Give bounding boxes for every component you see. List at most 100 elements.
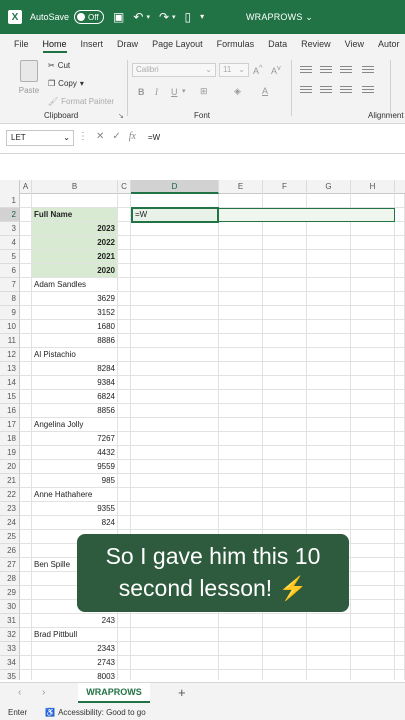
row-header[interactable]: 19 <box>0 446 20 460</box>
cell-h[interactable] <box>351 390 395 404</box>
cell-d[interactable] <box>131 320 219 334</box>
row-header[interactable]: 22 <box>0 488 20 502</box>
cell-b[interactable]: 2021 <box>32 250 118 264</box>
cell-i[interactable] <box>395 628 405 642</box>
active-cell[interactable]: =W <box>131 207 219 223</box>
row-header[interactable]: 25 <box>0 530 20 544</box>
cell-e[interactable] <box>219 460 263 474</box>
row-header[interactable]: 35 <box>0 670 20 680</box>
cell-c[interactable] <box>118 656 131 670</box>
cell-h[interactable] <box>351 628 395 642</box>
cell-e[interactable] <box>219 474 263 488</box>
cell-d[interactable] <box>131 516 219 530</box>
cell-e[interactable] <box>219 278 263 292</box>
cell-f[interactable] <box>263 628 307 642</box>
cell-g[interactable] <box>307 320 351 334</box>
cell-g[interactable] <box>307 348 351 362</box>
cell-c[interactable] <box>118 376 131 390</box>
increase-font-icon[interactable]: A^ <box>253 63 263 76</box>
cell-a[interactable] <box>20 614 32 628</box>
row-header[interactable]: 31 <box>0 614 20 628</box>
cell-i[interactable] <box>395 208 405 222</box>
cell-d[interactable] <box>131 432 219 446</box>
cell-h[interactable] <box>351 502 395 516</box>
cell-i[interactable] <box>395 502 405 516</box>
cell-d[interactable] <box>131 264 219 278</box>
cell-c[interactable] <box>118 460 131 474</box>
cell-h[interactable] <box>351 264 395 278</box>
cell-a[interactable] <box>20 194 32 208</box>
cell-c[interactable] <box>118 418 131 432</box>
cell-h[interactable] <box>351 334 395 348</box>
bold-icon[interactable]: B <box>138 87 145 97</box>
cell-c[interactable] <box>118 208 131 222</box>
redo-icon[interactable]: ↷ <box>159 11 169 23</box>
cell-c[interactable] <box>118 194 131 208</box>
cell-c[interactable] <box>118 334 131 348</box>
cell-b[interactable]: 2022 <box>32 236 118 250</box>
cell-c[interactable] <box>118 236 131 250</box>
cell-e[interactable] <box>219 236 263 250</box>
cell-f[interactable] <box>263 306 307 320</box>
enter-icon[interactable]: ✓ <box>112 131 120 142</box>
insert-function-icon[interactable]: fx <box>129 131 136 142</box>
cell-f[interactable] <box>263 348 307 362</box>
cell-g[interactable] <box>307 614 351 628</box>
workbook-title[interactable]: WRAPROWS ⌄ <box>246 12 313 23</box>
cell-a[interactable] <box>20 376 32 390</box>
cell-a[interactable] <box>20 278 32 292</box>
cell-e[interactable] <box>219 418 263 432</box>
row-header[interactable]: 4 <box>0 236 20 250</box>
cell-e[interactable] <box>219 488 263 502</box>
cell-d[interactable] <box>131 614 219 628</box>
format-painter-button[interactable]: 🖌 Format Painter <box>48 97 114 106</box>
cell-h[interactable] <box>351 404 395 418</box>
cell-e[interactable] <box>219 222 263 236</box>
row-header[interactable]: 8 <box>0 292 20 306</box>
cell-g[interactable] <box>307 306 351 320</box>
customize-toolbar-icon[interactable]: ▾ <box>200 13 204 21</box>
row-header[interactable]: 10 <box>0 320 20 334</box>
row-header[interactable]: 17 <box>0 418 20 432</box>
cell-f[interactable] <box>263 502 307 516</box>
new-file-icon[interactable]: ▯ <box>185 11 192 23</box>
cell-d[interactable] <box>131 348 219 362</box>
row-header[interactable]: 30 <box>0 600 20 614</box>
cell-c[interactable] <box>118 320 131 334</box>
cell-d[interactable] <box>131 222 219 236</box>
cell-g[interactable] <box>307 656 351 670</box>
cell-f[interactable] <box>263 376 307 390</box>
cell-g[interactable] <box>307 194 351 208</box>
cell-c[interactable] <box>118 250 131 264</box>
accessibility-status[interactable]: ♿ Accessibility: Good to go <box>45 708 146 717</box>
cell-h[interactable] <box>351 432 395 446</box>
cell-d[interactable] <box>131 446 219 460</box>
cell-h[interactable] <box>351 656 395 670</box>
cell-i[interactable] <box>395 236 405 250</box>
row-header[interactable]: 27 <box>0 558 20 572</box>
align-right-icon[interactable] <box>340 86 352 95</box>
cell-f[interactable] <box>263 418 307 432</box>
row-header[interactable]: 33 <box>0 642 20 656</box>
cell-h[interactable] <box>351 446 395 460</box>
tab-review[interactable]: Review <box>301 39 331 49</box>
cell-i[interactable] <box>395 390 405 404</box>
tab-home[interactable]: Home <box>42 39 67 53</box>
copy-button[interactable]: ❐ Copy ▾ <box>48 79 84 88</box>
cell-g[interactable] <box>307 404 351 418</box>
underline-icon[interactable]: U <box>171 87 178 97</box>
cell-i[interactable] <box>395 418 405 432</box>
row-header[interactable]: 3 <box>0 222 20 236</box>
cell-a[interactable] <box>20 530 32 544</box>
cell-a[interactable] <box>20 236 32 250</box>
cell-f[interactable] <box>263 320 307 334</box>
row-header[interactable]: 29 <box>0 586 20 600</box>
decrease-font-icon[interactable]: Av <box>271 63 281 76</box>
font-size-box[interactable]: 11 ⌄ <box>219 63 249 77</box>
cell-a[interactable] <box>20 642 32 656</box>
cell-f[interactable] <box>263 264 307 278</box>
row-header[interactable]: 24 <box>0 516 20 530</box>
row-header[interactable]: 6 <box>0 264 20 278</box>
cell-h[interactable] <box>351 460 395 474</box>
cell-i[interactable] <box>395 642 405 656</box>
